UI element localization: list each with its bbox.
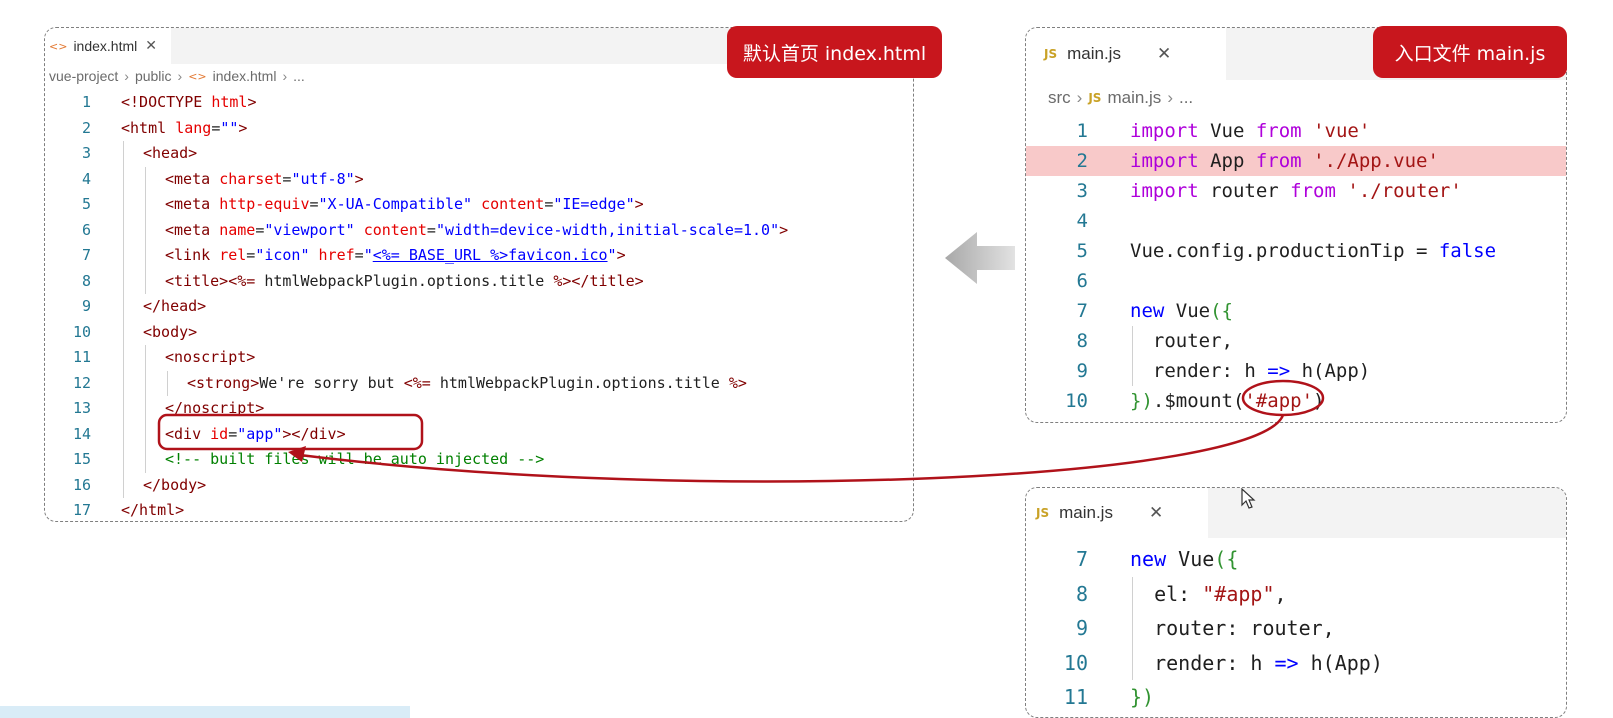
mount-app-highlight-ellipse	[1241, 379, 1325, 417]
decorative-strip	[0, 706, 410, 718]
div-app-highlight-box	[157, 413, 424, 451]
annotation-overlay	[157, 379, 1325, 483]
connection-arrow	[299, 414, 1285, 483]
mouse-cursor-icon	[1241, 488, 1256, 509]
